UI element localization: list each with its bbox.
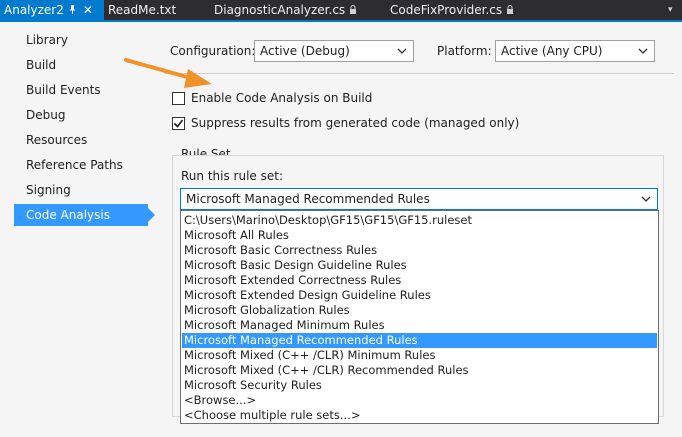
- chevron-down-icon: ▾: [668, 5, 673, 15]
- sidebar-item-resources[interactable]: Resources: [14, 129, 148, 151]
- checkmark-icon: [173, 119, 184, 128]
- sidebar-item-library[interactable]: Library: [14, 29, 148, 51]
- configuration-value: Active (Debug): [260, 44, 350, 58]
- chevron-down-icon: [641, 196, 651, 202]
- rule-set-option[interactable]: Microsoft Mixed (C++ /CLR) Recommended R…: [182, 363, 657, 378]
- tab-label: CodeFixProvider.cs: [390, 3, 503, 17]
- configuration-select[interactable]: Active (Debug): [254, 40, 414, 62]
- tab-codefix-provider[interactable]: CodeFixProvider.cs: [390, 0, 514, 20]
- rule-set-dropdown-list: C:\Users\Marino\Desktop\GF15\GF15\GF15.r…: [180, 210, 659, 424]
- tab-label: ReadMe.txt: [108, 3, 177, 17]
- sidebar-item-label: Debug: [26, 108, 66, 122]
- rule-set-option[interactable]: Microsoft All Rules: [182, 228, 657, 243]
- sidebar-item-debug[interactable]: Debug: [14, 104, 148, 126]
- tab-overflow-dropdown[interactable]: ▾: [662, 0, 673, 20]
- sidebar-item-code-analysis[interactable]: Code Analysis: [14, 204, 155, 226]
- rule-set-option[interactable]: Microsoft Extended Correctness Rules: [182, 273, 657, 288]
- rule-set-option[interactable]: Microsoft Security Rules: [182, 378, 657, 393]
- sidebar-item-signing[interactable]: Signing: [14, 179, 148, 201]
- rule-set-option-browse[interactable]: <Browse...>: [182, 393, 657, 408]
- tab-label: DiagnosticAnalyzer.cs: [214, 3, 346, 17]
- sidebar-item-label: Resources: [26, 133, 88, 147]
- sidebar-item-label: Library: [26, 33, 68, 47]
- rule-set-option[interactable]: Microsoft Extended Design Guideline Rule…: [182, 288, 657, 303]
- rule-set-select[interactable]: Microsoft Managed Recommended Rules: [180, 188, 658, 210]
- tab-label: Analyzer2: [4, 3, 64, 17]
- tab-diagnostic-analyzer[interactable]: DiagnosticAnalyzer.cs: [214, 0, 357, 20]
- rule-set-option[interactable]: C:\Users\Marino\Desktop\GF15\GF15\GF15.r…: [182, 213, 657, 228]
- tab-analyzer2[interactable]: Analyzer2 ✕: [0, 0, 104, 20]
- chevron-down-icon: [638, 48, 648, 54]
- rule-set-option[interactable]: Microsoft Basic Design Guideline Rules: [182, 258, 657, 273]
- document-tab-strip: Analyzer2 ✕ ReadMe.txt DiagnosticAnalyze…: [0, 0, 682, 22]
- lock-icon: [506, 4, 514, 16]
- tab-readme[interactable]: ReadMe.txt: [108, 0, 176, 20]
- rule-set-option[interactable]: Microsoft Mixed (C++ /CLR) Minimum Rules: [182, 348, 657, 363]
- sidebar-item-label: Build Events: [26, 83, 101, 97]
- rule-set-option-highlighted[interactable]: Microsoft Managed Recommended Rules: [182, 333, 657, 348]
- enable-code-analysis-checkbox[interactable]: [172, 92, 185, 105]
- suppress-generated-label: Suppress results from generated code (ma…: [191, 116, 520, 130]
- run-rule-set-label: Run this rule set:: [181, 169, 283, 183]
- sidebar-item-label: Code Analysis: [26, 208, 110, 222]
- pin-icon[interactable]: [68, 4, 77, 16]
- close-icon[interactable]: ✕: [83, 3, 93, 17]
- platform-label: Platform:: [437, 44, 492, 58]
- rule-set-option[interactable]: Microsoft Globalization Rules: [182, 303, 657, 318]
- suppress-generated-checkbox[interactable]: [172, 117, 185, 130]
- sidebar-item-label: Reference Paths: [26, 158, 123, 172]
- rule-set-option[interactable]: Microsoft Managed Minimum Rules: [182, 318, 657, 333]
- platform-select[interactable]: Active (Any CPU): [495, 40, 655, 62]
- lock-icon: [349, 4, 357, 16]
- annotation-arrow-icon: [124, 58, 212, 88]
- sidebar-item-label: Build: [26, 58, 57, 72]
- enable-code-analysis-label: Enable Code Analysis on Build: [191, 91, 373, 105]
- rule-set-option[interactable]: Microsoft Basic Correctness Rules: [182, 243, 657, 258]
- separator: [164, 73, 674, 74]
- sidebar-item-label: Signing: [26, 183, 71, 197]
- chevron-down-icon: [397, 48, 407, 54]
- rule-set-option-choose-multiple[interactable]: <Choose multiple rule sets...>: [182, 408, 657, 423]
- platform-value: Active (Any CPU): [501, 44, 603, 58]
- sidebar-item-reference-paths[interactable]: Reference Paths: [14, 154, 148, 176]
- rule-set-value: Microsoft Managed Recommended Rules: [186, 192, 430, 206]
